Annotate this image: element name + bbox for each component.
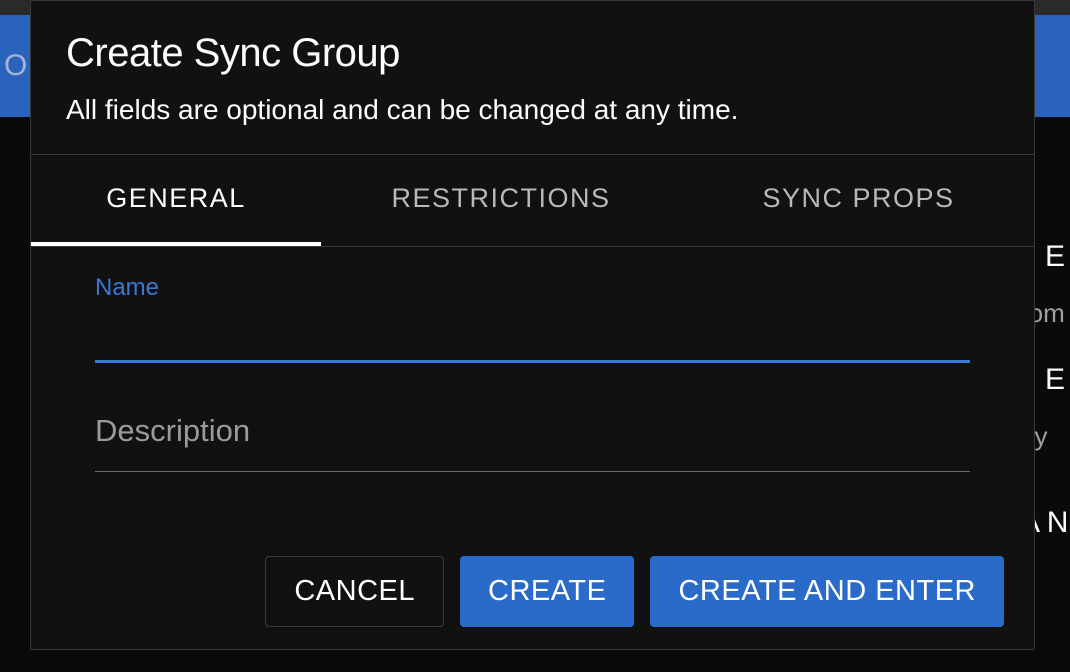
background-header-text: O — [4, 49, 27, 83]
modal-tabs: GENERAL RESTRICTIONS SYNC PROPS — [31, 155, 1034, 247]
tab-restrictions[interactable]: RESTRICTIONS — [321, 155, 681, 246]
name-field-container: Name — [95, 274, 970, 363]
modal-header: Create Sync Group All fields are optiona… — [31, 1, 1034, 155]
name-label: Name — [95, 274, 970, 302]
modal-subtitle: All fields are optional and can be chang… — [66, 94, 999, 126]
modal-footer: CANCEL CREATE CREATE AND ENTER — [31, 556, 1034, 649]
modal-body: Name Description — [31, 246, 1034, 556]
create-and-enter-button[interactable]: CREATE AND ENTER — [650, 556, 1004, 627]
create-sync-group-modal: Create Sync Group All fields are optiona… — [30, 0, 1035, 650]
tab-sync-props[interactable]: SYNC PROPS — [681, 155, 1036, 246]
name-underline — [95, 360, 970, 363]
modal-title: Create Sync Group — [66, 31, 999, 76]
name-input[interactable] — [95, 302, 970, 360]
cancel-button[interactable]: CANCEL — [265, 556, 444, 627]
tab-general[interactable]: GENERAL — [31, 155, 321, 246]
description-field-container: Description — [95, 413, 970, 472]
create-button[interactable]: CREATE — [460, 556, 634, 627]
